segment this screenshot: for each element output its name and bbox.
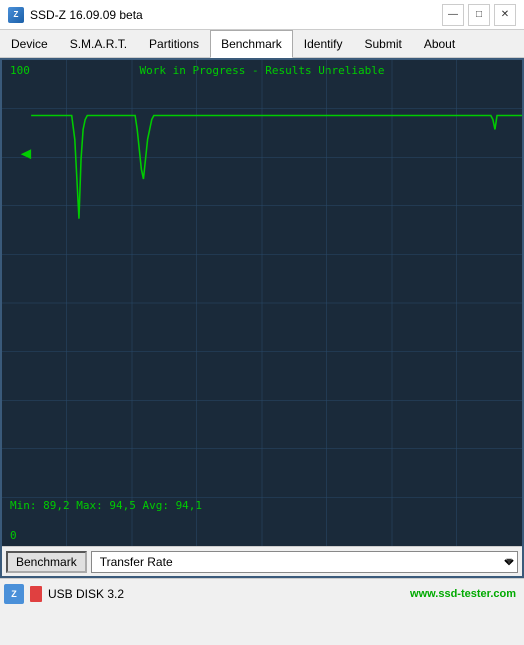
app-icon: Z xyxy=(8,7,24,23)
status-app-icon: Z xyxy=(4,584,24,604)
chart-type-select[interactable]: Transfer Rate IOPS Access Time xyxy=(91,551,518,573)
status-bar: Z USB DISK 3.2 www.ssd-tester.com xyxy=(0,578,524,608)
chart-type-dropdown-wrapper: Transfer Rate IOPS Access Time ▼ xyxy=(91,551,518,573)
menu-about[interactable]: About xyxy=(413,30,466,57)
benchmark-button[interactable]: Benchmark xyxy=(6,551,87,573)
disk-name: USB DISK 3.2 xyxy=(48,587,404,601)
maximize-button[interactable]: □ xyxy=(468,4,490,26)
disk-color-indicator xyxy=(30,586,42,602)
chart-area: 100 Work in Progress - Results Unreliabl… xyxy=(2,60,522,546)
menu-bar: Device S.M.A.R.T. Partitions Benchmark I… xyxy=(0,30,524,58)
benchmark-chart xyxy=(2,60,522,546)
title-bar: Z SSD-Z 16.09.09 beta — □ ✕ xyxy=(0,0,524,30)
menu-device[interactable]: Device xyxy=(0,30,59,57)
menu-benchmark[interactable]: Benchmark xyxy=(210,30,293,58)
minimize-button[interactable]: — xyxy=(442,4,464,26)
chart-container: 100 Work in Progress - Results Unreliabl… xyxy=(0,58,524,578)
menu-identify[interactable]: Identify xyxy=(293,30,354,57)
menu-partitions[interactable]: Partitions xyxy=(138,30,210,57)
chart-stats: Min: 89,2 Max: 94,5 Avg: 94,1 xyxy=(10,499,202,512)
window-controls: — □ ✕ xyxy=(442,4,516,26)
app-title: SSD-Z 16.09.09 beta xyxy=(30,8,143,22)
title-bar-left: Z SSD-Z 16.09.09 beta xyxy=(8,7,143,23)
menu-submit[interactable]: Submit xyxy=(353,30,412,57)
website-url: www.ssd-tester.com xyxy=(410,588,516,600)
chart-toolbar: Benchmark Transfer Rate IOPS Access Time… xyxy=(2,546,522,576)
menu-smart[interactable]: S.M.A.R.T. xyxy=(59,30,138,57)
close-button[interactable]: ✕ xyxy=(494,4,516,26)
